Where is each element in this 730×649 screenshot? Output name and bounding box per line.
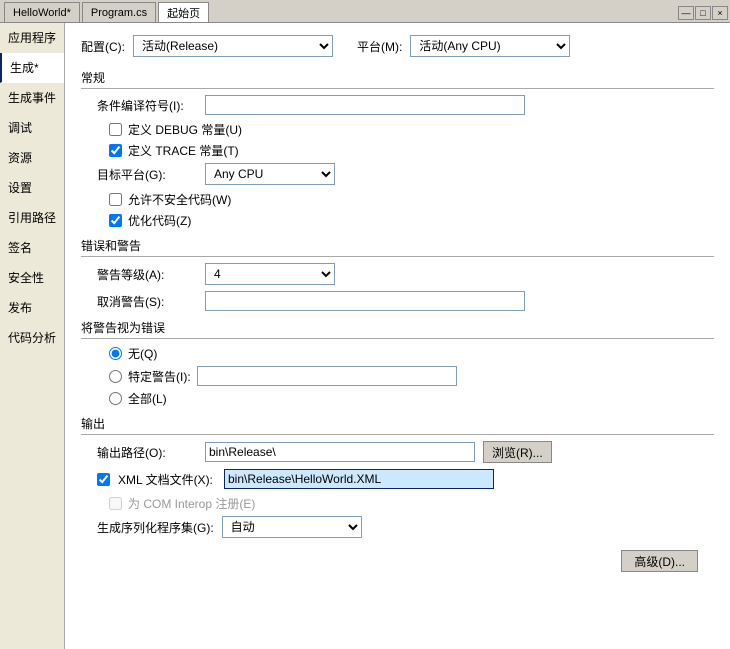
general-section-title: 常规 [81, 69, 714, 89]
define-debug-row: 定义 DEBUG 常量(U) [81, 121, 714, 138]
serialization-row: 生成序列化程序集(G): 自动 [81, 516, 714, 538]
radio-none-label[interactable]: 无(Q) [128, 345, 157, 362]
sidebar-item-build[interactable]: 生成* [0, 53, 64, 83]
target-platform-dropdown[interactable]: Any CPU [205, 163, 335, 185]
main-content: 配置(C): 活动(Release) 平台(M): 活动(Any CPU) 常规… [65, 23, 730, 649]
suppress-warnings-label: 取消警告(S): [97, 293, 197, 310]
treat-warnings-section-title: 将警告视为错误 [81, 319, 714, 339]
output-path-label: 输出路径(O): [97, 444, 197, 461]
output-path-input[interactable] [205, 442, 475, 462]
conditional-compile-row: 条件编译符号(I): [81, 95, 714, 115]
target-platform-row: 目标平台(G): Any CPU [81, 163, 714, 185]
output-path-row: 输出路径(O): 浏览(R)... [81, 441, 714, 463]
sidebar-item-publish[interactable]: 发布 [0, 293, 64, 323]
radio-all-row: 全部(L) [109, 390, 714, 407]
sidebar-item-code-analysis[interactable]: 代码分析 [0, 323, 64, 353]
sidebar-item-signing[interactable]: 签名 [0, 233, 64, 263]
allow-unsafe-label[interactable]: 允许不安全代码(W) [128, 191, 231, 208]
com-interop-label: 为 COM Interop 注册(E) [128, 495, 255, 512]
allow-unsafe-checkbox[interactable] [109, 193, 122, 206]
define-trace-checkbox[interactable] [109, 144, 122, 157]
com-interop-row: 为 COM Interop 注册(E) [81, 495, 714, 512]
warning-level-row: 警告等级(A): 4 [81, 263, 714, 285]
xml-doc-checkbox[interactable] [97, 473, 110, 486]
radio-none-row: 无(Q) [109, 345, 714, 362]
minimize-button[interactable]: — [678, 6, 694, 20]
suppress-warnings-row: 取消警告(S): [81, 291, 714, 311]
xml-doc-input[interactable] [224, 469, 494, 489]
config-label: 配置(C): [81, 38, 125, 55]
sidebar-item-resources[interactable]: 资源 [0, 143, 64, 173]
platform-label: 平台(M): [357, 38, 402, 55]
serialization-label: 生成序列化程序集(G): [97, 519, 214, 536]
close-button[interactable]: × [712, 6, 728, 20]
allow-unsafe-row: 允许不安全代码(W) [81, 191, 714, 208]
config-dropdown[interactable]: 活动(Release) [133, 35, 333, 57]
target-platform-label: 目标平台(G): [97, 166, 197, 183]
advanced-row: 高级(D)... [81, 550, 714, 572]
sidebar-item-reference-paths[interactable]: 引用路径 [0, 203, 64, 233]
tab-helloworld[interactable]: HelloWorld* [4, 2, 80, 22]
define-debug-checkbox[interactable] [109, 123, 122, 136]
sidebar-item-application[interactable]: 应用程序 [0, 23, 64, 53]
radio-specific-row: 特定警告(I): [109, 366, 714, 386]
radio-all[interactable] [109, 392, 122, 405]
define-trace-row: 定义 TRACE 常量(T) [81, 142, 714, 159]
radio-all-label[interactable]: 全部(L) [128, 390, 167, 407]
config-row: 配置(C): 活动(Release) 平台(M): 活动(Any CPU) [81, 35, 714, 57]
com-interop-checkbox[interactable] [109, 497, 122, 510]
serialization-dropdown[interactable]: 自动 [222, 516, 362, 538]
tab-start[interactable]: 起始页 [158, 2, 209, 22]
define-debug-label[interactable]: 定义 DEBUG 常量(U) [128, 121, 242, 138]
sidebar: 应用程序 生成* 生成事件 调试 资源 设置 引用路径 签名 安全性 发布 代码… [0, 23, 65, 649]
define-trace-label[interactable]: 定义 TRACE 常量(T) [128, 142, 239, 159]
suppress-warnings-input[interactable] [205, 291, 525, 311]
conditional-compile-input[interactable] [205, 95, 525, 115]
sidebar-item-security[interactable]: 安全性 [0, 263, 64, 293]
sidebar-item-build-events[interactable]: 生成事件 [0, 83, 64, 113]
browse-button[interactable]: 浏览(R)... [483, 441, 552, 463]
optimize-row: 优化代码(Z) [81, 212, 714, 229]
optimize-label[interactable]: 优化代码(Z) [128, 212, 191, 229]
xml-doc-label[interactable]: XML 文档文件(X): [118, 471, 216, 488]
tab-program[interactable]: Program.cs [82, 2, 156, 22]
warning-level-dropdown[interactable]: 4 [205, 263, 335, 285]
radio-specific[interactable] [109, 370, 122, 383]
sidebar-item-debug[interactable]: 调试 [0, 113, 64, 143]
treat-warnings-group: 无(Q) 特定警告(I): 全部(L) [81, 345, 714, 407]
radio-none[interactable] [109, 347, 122, 360]
warning-level-label: 警告等级(A): [97, 266, 197, 283]
optimize-checkbox[interactable] [109, 214, 122, 227]
sidebar-item-settings[interactable]: 设置 [0, 173, 64, 203]
radio-specific-label[interactable]: 特定警告(I): [128, 368, 191, 385]
advanced-button[interactable]: 高级(D)... [621, 550, 698, 572]
conditional-compile-label: 条件编译符号(I): [97, 97, 197, 114]
xml-doc-row: XML 文档文件(X): [81, 469, 714, 489]
platform-dropdown[interactable]: 活动(Any CPU) [410, 35, 570, 57]
errors-section-title: 错误和警告 [81, 237, 714, 257]
restore-button[interactable]: □ [695, 6, 711, 20]
specific-warnings-input[interactable] [197, 366, 457, 386]
output-section-title: 输出 [81, 415, 714, 435]
